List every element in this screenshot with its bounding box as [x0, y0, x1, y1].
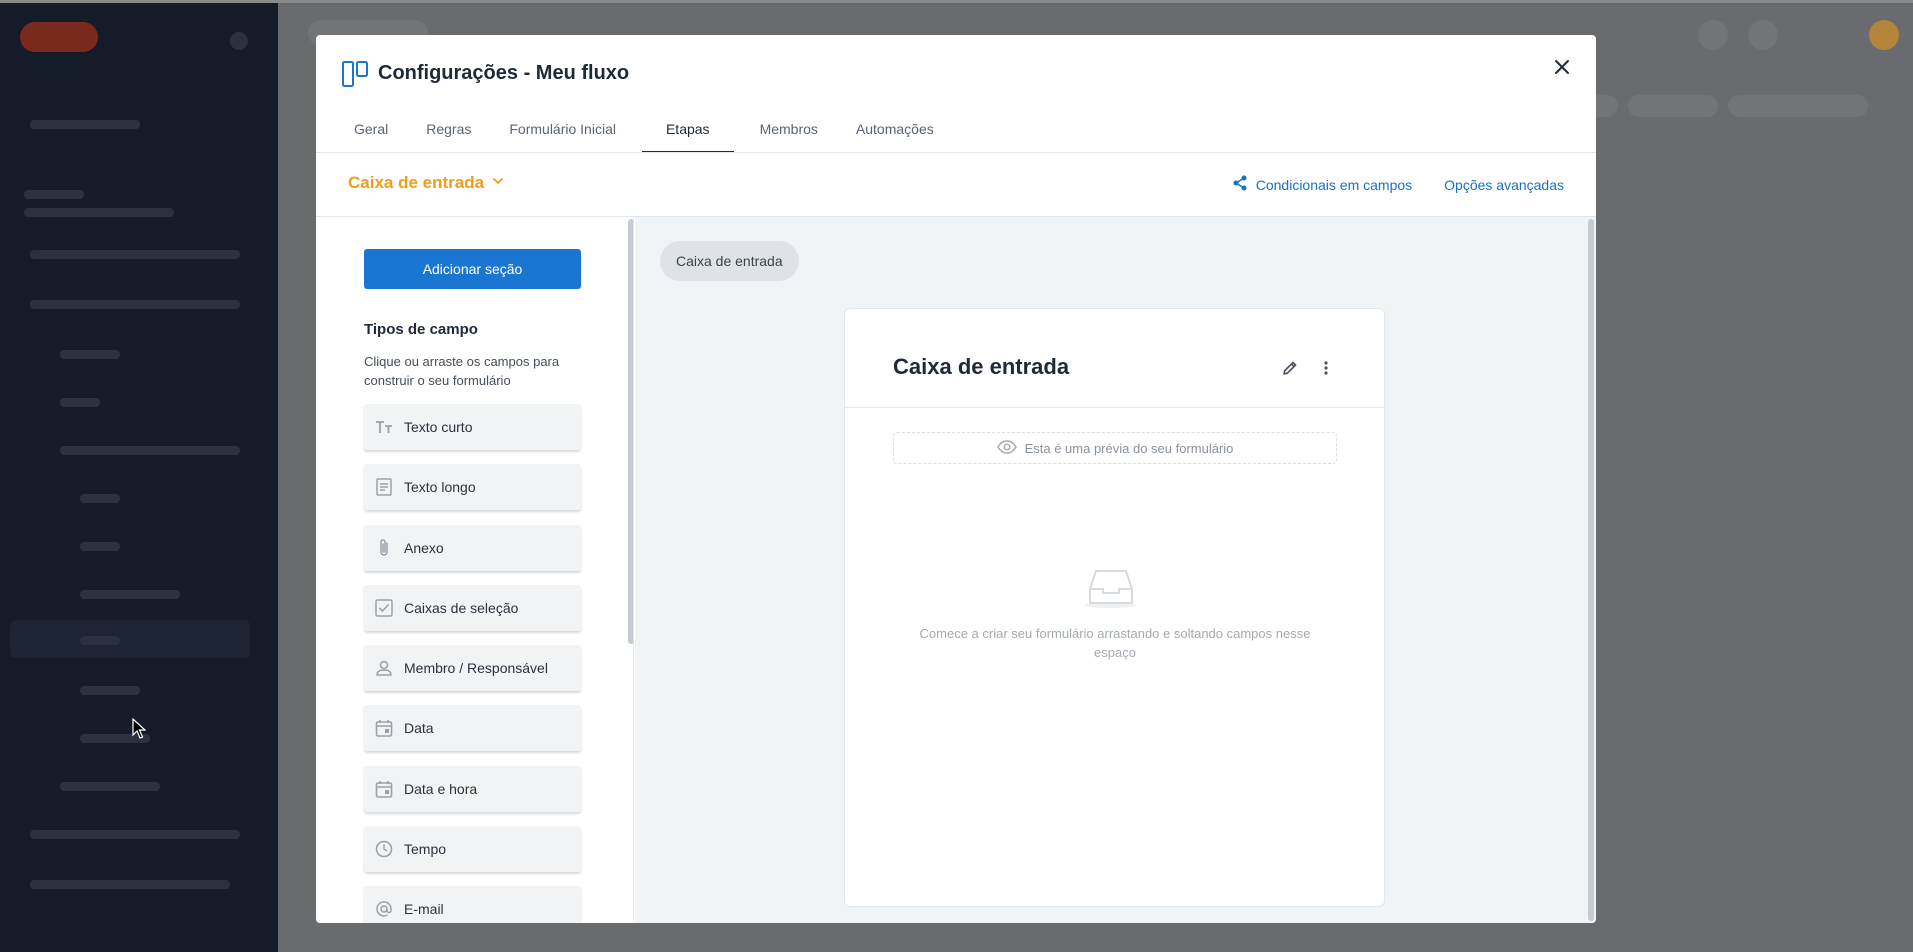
field-type-label: Data e hora: [404, 780, 478, 797]
form-preview-card: Caixa de entrada Esta é uma prévia do se…: [844, 308, 1385, 907]
field-type-e-mail[interactable]: E-mail: [364, 886, 581, 923]
clock-icon: [374, 839, 394, 859]
add-section-button[interactable]: Adicionar seção: [364, 249, 581, 289]
field-types-title: Tipos de campo: [364, 321, 478, 338]
text-short-icon: [374, 417, 394, 437]
calendar-icon: [374, 779, 394, 799]
tab-geral[interactable]: Geral: [342, 115, 400, 153]
attachment-icon: [374, 538, 394, 558]
tab-regras[interactable]: Regras: [414, 115, 483, 153]
tab-automacoes[interactable]: Automações: [844, 115, 946, 153]
background-sidebar: [0, 0, 278, 952]
more-vertical-icon[interactable]: [1323, 359, 1329, 382]
kanban-icon: [342, 61, 368, 92]
close-button[interactable]: [1548, 55, 1576, 83]
field-types-description: Clique ou arraste os campos para constru…: [364, 354, 560, 388]
at-icon: [374, 899, 394, 919]
field-type-anexo[interactable]: Anexo: [364, 524, 581, 571]
field-type-membro-responsavel[interactable]: Membro / Responsável: [364, 645, 581, 692]
checkbox-icon: [374, 598, 394, 618]
close-icon: [1554, 59, 1570, 80]
calendar-icon: [374, 718, 394, 738]
share-nodes-icon: [1232, 175, 1248, 194]
form-canvas: Caixa de entrada Caixa de entrada Esta é…: [635, 217, 1596, 923]
field-type-data[interactable]: Data: [364, 705, 581, 752]
preview-notice: Esta é uma prévia do seu formulário: [893, 432, 1337, 464]
text-long-icon: [374, 477, 394, 497]
field-type-label: Caixas de seleção: [404, 599, 519, 616]
field-type-caixas-de-selecao[interactable]: Caixas de seleção: [364, 584, 581, 631]
form-title: Caixa de entrada: [893, 354, 1070, 379]
field-type-label: Texto curto: [404, 419, 473, 435]
field-type-label: Tempo: [404, 841, 447, 858]
phase-toolbar: Caixa de entrada Condicionais em campos …: [316, 153, 1596, 217]
settings-modal: Configurações - Meu fluxo Geral Regras F…: [316, 35, 1596, 923]
chevron-down-icon: [492, 174, 504, 192]
canvas-scrollbar[interactable]: [1588, 219, 1594, 921]
eye-icon: [996, 439, 1017, 457]
pencil-icon[interactable]: [1281, 359, 1299, 382]
tab-etapas[interactable]: Etapas: [641, 115, 734, 153]
phase-dropdown[interactable]: Caixa de entrada: [348, 173, 504, 193]
phase-pill[interactable]: Caixa de entrada: [660, 241, 799, 281]
field-type-label: Texto longo: [404, 479, 476, 496]
field-types-list: Texto curto Texto longo Anexo Caixas de …: [364, 404, 581, 923]
field-type-tempo[interactable]: Tempo: [364, 826, 581, 873]
field-type-data-e-hora[interactable]: Data e hora: [364, 765, 581, 812]
mouse-cursor-icon: [132, 717, 147, 745]
field-type-label: Anexo: [404, 539, 444, 556]
top-border: [0, 0, 1913, 3]
advanced-options-link[interactable]: Opções avançadas: [1444, 177, 1564, 193]
field-type-texto-curto[interactable]: Texto curto: [364, 404, 581, 450]
person-icon: [374, 658, 394, 678]
field-type-texto-longo[interactable]: Texto longo: [364, 464, 581, 511]
tab-membros[interactable]: Membros: [748, 115, 830, 153]
preview-notice-text: Esta é uma prévia do seu formulário: [1024, 440, 1234, 456]
tab-bar: Geral Regras Formulário Inicial Etapas M…: [342, 115, 960, 153]
inbox-icon: [1081, 567, 1141, 614]
left-scrollbar[interactable]: [628, 219, 633, 644]
field-type-label: E-mail: [404, 901, 444, 918]
modal-title: Configurações - Meu fluxo: [378, 62, 630, 84]
field-types-panel: Adicionar seção Tipos de campo Clique ou…: [316, 217, 634, 923]
conditionals-link[interactable]: Condicionais em campos: [1232, 175, 1412, 194]
form-divider: [845, 407, 1384, 408]
conditionals-label: Condicionais em campos: [1255, 176, 1413, 193]
tab-formulario-inicial[interactable]: Formulário Inicial: [497, 115, 628, 153]
field-type-label: Data: [404, 720, 434, 737]
field-type-label: Membro / Responsável: [404, 660, 548, 677]
user-avatar: [1869, 20, 1899, 50]
empty-form-message: Comece a criar seu formulário arrastando…: [919, 626, 1311, 660]
modal-header: Configurações - Meu fluxo Geral Regras F…: [316, 35, 1596, 153]
phase-dropdown-label: Caixa de entrada: [348, 173, 485, 192]
